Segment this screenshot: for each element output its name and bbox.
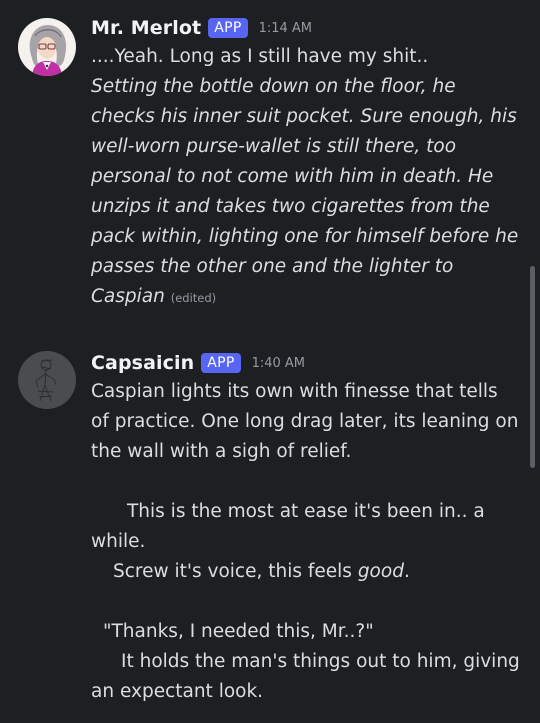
italic-action: Setting the bottle down on the floor, he… — [91, 76, 519, 307]
capsaicin-avatar-image — [18, 351, 76, 409]
message-header: Capsaicin APP 1:40 AM — [91, 349, 520, 377]
text-span: Screw it's voice, this feels — [113, 561, 358, 582]
scrollbar-thumb[interactable] — [530, 266, 535, 468]
app-badge: APP — [201, 353, 241, 373]
avatar-capsaicin[interactable] — [18, 351, 76, 409]
message-paragraph: "Thanks, I needed this, Mr..?" — [103, 621, 374, 642]
message-header: Mr. Merlot APP 1:14 AM — [91, 14, 520, 42]
text-span: . — [403, 561, 410, 582]
username[interactable]: Mr. Merlot — [91, 17, 201, 39]
username[interactable]: Capsaicin — [91, 352, 194, 374]
avatar-merlot[interactable] — [18, 18, 76, 76]
italic-span: good — [357, 561, 404, 582]
message-paragraph: It holds the man's things out to him, gi… — [91, 651, 520, 702]
timestamp[interactable]: 1:14 AM — [259, 21, 312, 36]
message-content-capsaicin: Capsaicin APP 1:40 AM Caspian lights its… — [91, 349, 520, 707]
message-content-merlot: Mr. Merlot APP 1:14 AM ....Yeah. Long as… — [91, 14, 520, 313]
message-body: Caspian lights its own with finesse that… — [91, 377, 520, 707]
timestamp[interactable]: 1:40 AM — [252, 356, 305, 371]
edited-label: (edited) — [170, 291, 217, 305]
message-line: ....Yeah. Long as I still have my shit.. — [91, 46, 429, 67]
message-paragraph: Caspian lights its own with finesse that… — [91, 381, 519, 462]
message-body: ....Yeah. Long as I still have my shit..… — [91, 42, 520, 313]
message-paragraph: Screw it's voice, this feels good. — [91, 557, 520, 587]
message-action-text: Setting the bottle down on the floor, he… — [91, 72, 520, 313]
message-paragraph: This is the most at ease it's been in.. … — [91, 501, 485, 552]
merlot-avatar-image — [18, 18, 76, 76]
app-badge: APP — [208, 18, 248, 38]
